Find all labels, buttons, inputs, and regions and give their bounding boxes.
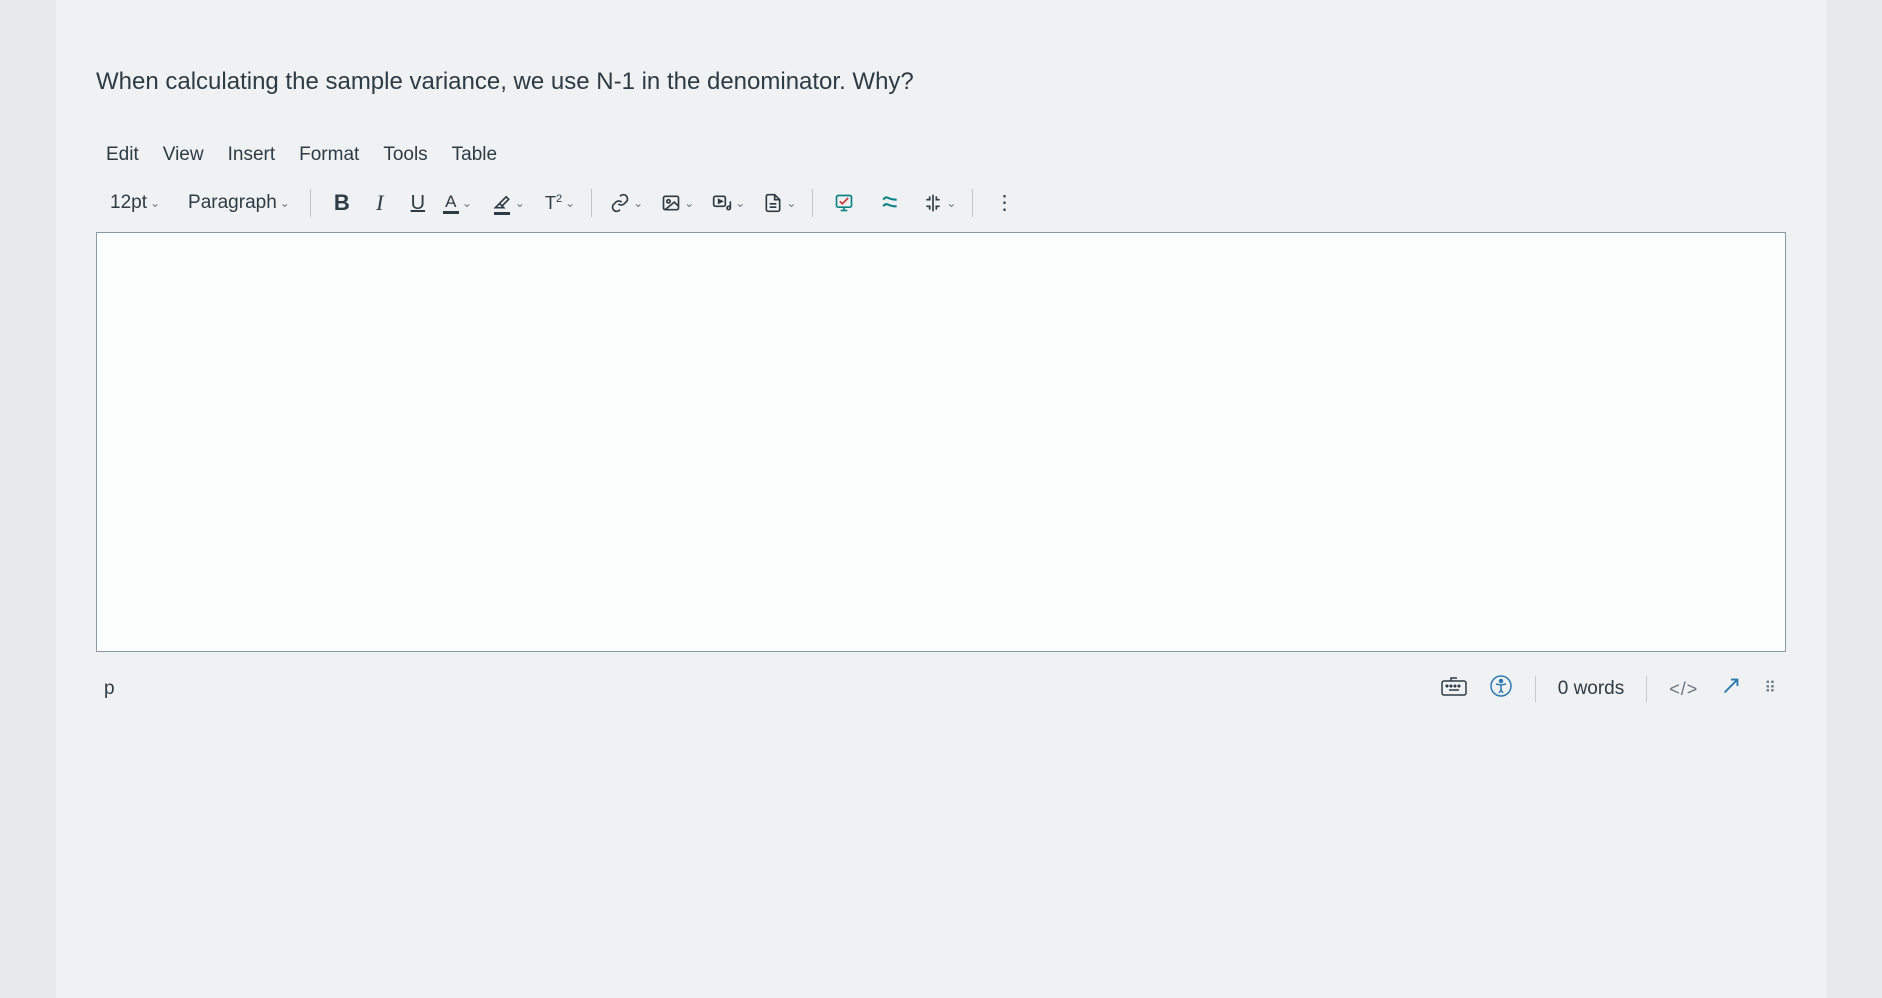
apps-icon [834, 193, 854, 213]
more-vertical-icon: ⋮ [994, 199, 1014, 207]
rich-text-editor: Edit View Insert Format Tools Table 12pt… [56, 136, 1826, 708]
element-path[interactable]: p [104, 678, 1441, 700]
menu-view[interactable]: View [163, 144, 204, 166]
chevron-down-icon: ⌄ [735, 196, 745, 210]
underline-button[interactable]: U [401, 186, 435, 220]
font-size-label: 12pt [110, 192, 147, 214]
word-count: 0 words [1558, 678, 1625, 700]
menu-table[interactable]: Table [452, 144, 497, 166]
keyboard-button[interactable] [1441, 676, 1467, 702]
apps-button[interactable] [827, 186, 861, 220]
chevron-down-icon: ⌄ [684, 196, 694, 210]
chevron-down-icon: ⌄ [280, 196, 290, 210]
menu-edit[interactable]: Edit [106, 144, 139, 166]
menu-format[interactable]: Format [299, 144, 359, 166]
fullscreen-button[interactable] [1720, 675, 1742, 703]
keyboard-icon [1441, 676, 1467, 696]
menu-tools[interactable]: Tools [383, 144, 427, 166]
bold-button[interactable]: B [325, 186, 359, 220]
highlight-icon [492, 191, 512, 215]
link-button[interactable]: ⌄ [606, 186, 645, 220]
more-button[interactable]: ⋮ [987, 186, 1021, 220]
editor-toolbar: 12pt ⌄ Paragraph ⌄ B I U A ⌄ [96, 180, 1786, 232]
editor-menubar: Edit View Insert Format Tools Table [96, 136, 1786, 180]
question-prompt: When calculating the sample variance, we… [56, 40, 1826, 136]
highlight-color-button[interactable]: ⌄ [488, 186, 527, 220]
math-button[interactable] [873, 186, 907, 220]
block-format-select[interactable]: Paragraph ⌄ [182, 192, 296, 214]
superscript-button[interactable]: T2 ⌄ [541, 186, 577, 220]
text-color-button[interactable]: A ⌄ [439, 186, 474, 220]
embed-icon [923, 193, 943, 213]
toolbar-separator [812, 189, 813, 217]
menu-insert[interactable]: Insert [228, 144, 276, 166]
chevron-down-icon: ⌄ [515, 196, 525, 210]
chevron-down-icon: ⌄ [150, 196, 160, 210]
superscript-icon: T2 [545, 193, 562, 214]
editor-statusbar: p 0 words </> ⠿ [96, 652, 1786, 708]
media-icon [712, 193, 732, 213]
toolbar-separator [591, 189, 592, 217]
html-view-button[interactable]: </> [1669, 679, 1698, 700]
resize-handle[interactable]: ⠿ [1764, 685, 1778, 693]
statusbar-separator [1535, 676, 1536, 702]
document-icon [763, 193, 783, 213]
math-icon [880, 193, 900, 213]
text-color-icon: A [443, 193, 459, 214]
italic-button[interactable]: I [363, 186, 397, 220]
fullscreen-icon [1720, 675, 1742, 697]
toolbar-separator [972, 189, 973, 217]
chevron-down-icon: ⌄ [946, 196, 956, 210]
block-format-label: Paragraph [188, 192, 277, 214]
document-button[interactable]: ⌄ [759, 186, 798, 220]
link-icon [610, 193, 630, 213]
statusbar-separator [1646, 676, 1647, 702]
editor-panel: When calculating the sample variance, we… [56, 0, 1826, 998]
font-size-select[interactable]: 12pt ⌄ [104, 192, 166, 214]
editor-content-area[interactable] [96, 232, 1786, 652]
chevron-down-icon: ⌄ [565, 196, 575, 210]
chevron-down-icon: ⌄ [786, 196, 796, 210]
embed-button[interactable]: ⌄ [919, 186, 958, 220]
drag-handle-icon: ⠿ [1764, 680, 1778, 697]
media-button[interactable]: ⌄ [708, 186, 747, 220]
image-icon [661, 193, 681, 213]
chevron-down-icon: ⌄ [462, 196, 472, 210]
accessibility-button[interactable] [1489, 674, 1513, 704]
image-button[interactable]: ⌄ [657, 186, 696, 220]
toolbar-separator [310, 189, 311, 217]
chevron-down-icon: ⌄ [633, 196, 643, 210]
accessibility-icon [1489, 674, 1513, 698]
